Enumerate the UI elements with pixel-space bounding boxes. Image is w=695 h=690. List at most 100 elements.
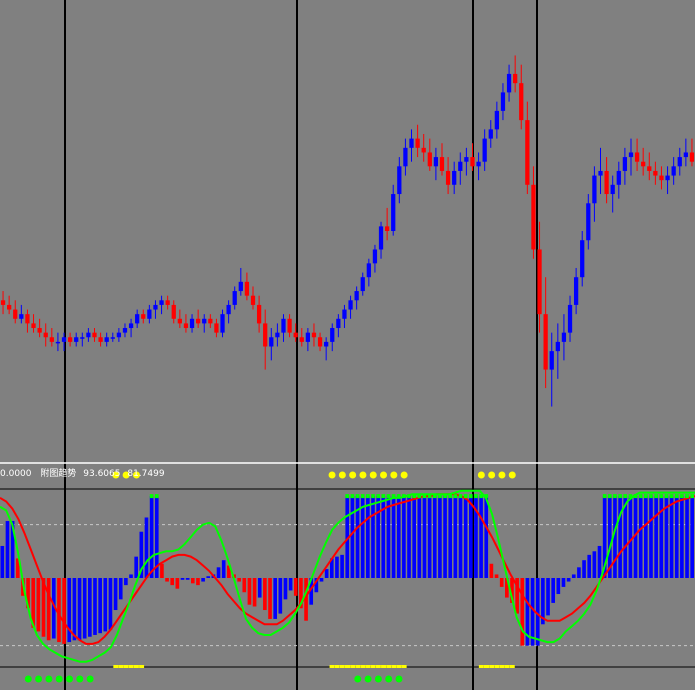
- candle-body: [525, 120, 530, 185]
- histogram-bar: [242, 578, 247, 593]
- candle-body: [464, 157, 469, 162]
- bottom-marker-dot: [76, 675, 84, 683]
- candle-body: [506, 73, 512, 93]
- strong-bar-cap: [432, 494, 437, 499]
- strong-bar-cap: [669, 494, 674, 499]
- histogram-bar: [190, 578, 195, 584]
- candle-body: [189, 318, 195, 329]
- candle-body: [74, 337, 79, 342]
- candle-body: [128, 323, 134, 329]
- marker-bar: [350, 665, 356, 668]
- candle-body: [250, 295, 256, 305]
- candle-body: [634, 152, 640, 162]
- candle-body: [220, 314, 225, 333]
- strong-bar-cap: [350, 494, 355, 499]
- strong-bar-cap: [412, 494, 416, 499]
- candle-body: [470, 157, 475, 167]
- strong-bar-cap: [654, 494, 658, 499]
- histogram-bar: [350, 496, 355, 578]
- candle-body: [287, 318, 292, 333]
- histogram-bar: [412, 496, 416, 578]
- candle-body: [311, 332, 317, 338]
- strong-bar-cap: [149, 494, 154, 499]
- bottom-marker-dot: [354, 675, 362, 683]
- histogram-bar: [422, 496, 427, 578]
- marker-bar: [370, 665, 376, 668]
- marker-bar: [123, 665, 129, 668]
- histogram-bar: [252, 578, 257, 607]
- histogram-bar: [273, 578, 277, 619]
- marker-bar: [334, 665, 340, 668]
- candle-body: [202, 318, 207, 324]
- marker-bar: [118, 665, 124, 668]
- histogram-bar: [118, 578, 123, 600]
- candle-body: [598, 170, 603, 176]
- candle-body: [494, 110, 499, 130]
- histogram-bar: [108, 578, 113, 630]
- candle-body: [122, 328, 128, 333]
- histogram-bar: [319, 578, 324, 582]
- candle-body: [98, 337, 103, 342]
- marker-bar: [365, 665, 371, 668]
- histogram-bar: [62, 578, 66, 644]
- histogram-bar: [499, 578, 504, 587]
- strong-bar-cap: [402, 494, 406, 499]
- strong-bar-cap: [618, 494, 622, 499]
- histogram-bar: [201, 578, 205, 582]
- histogram-bar: [618, 496, 622, 578]
- candle-body: [324, 341, 329, 347]
- strong-bar-cap: [628, 494, 633, 499]
- histogram-bar: [268, 578, 272, 619]
- histogram-bar: [376, 496, 380, 578]
- histogram-bar: [288, 578, 293, 591]
- candle-body: [226, 304, 231, 315]
- candle-body: [372, 249, 378, 264]
- histogram-bar: [180, 578, 185, 580]
- histogram-bar: [149, 496, 154, 578]
- strong-bar-cap: [484, 494, 489, 499]
- strong-bar-cap: [417, 494, 422, 499]
- candle-body: [317, 337, 323, 347]
- histogram-bar: [669, 496, 674, 578]
- bottom-marker-dot: [35, 675, 43, 683]
- histogram-bar: [484, 496, 489, 578]
- candle-body: [665, 175, 670, 181]
- candle-body: [360, 277, 365, 292]
- top-marker-dot: [488, 471, 496, 479]
- strong-bar-cap: [386, 494, 391, 499]
- strong-bar-cap: [381, 494, 386, 499]
- strong-bar-cap: [623, 494, 628, 499]
- marker-bar: [381, 665, 387, 668]
- marker-bar: [494, 665, 500, 668]
- strong-bar-cap: [391, 494, 396, 499]
- indicator-name: 附图趋势: [40, 467, 76, 479]
- strong-bar-cap: [468, 494, 473, 499]
- strong-bar-cap: [463, 494, 468, 499]
- candle-body: [67, 337, 73, 342]
- histogram-bar: [690, 496, 694, 578]
- histogram-bar: [0, 545, 5, 578]
- candle-body: [671, 166, 676, 176]
- candle-body: [476, 161, 481, 167]
- histogram-bar: [124, 578, 128, 586]
- marker-bar: [133, 665, 139, 668]
- indicator-value-2: 81.7499: [127, 469, 164, 479]
- marker-bar: [509, 665, 515, 668]
- marker-bar: [478, 665, 484, 668]
- candle-body: [580, 240, 585, 278]
- histogram-bar: [206, 576, 211, 578]
- histogram-bar: [340, 554, 344, 578]
- candle-body: [55, 341, 61, 344]
- histogram-bar: [293, 578, 298, 596]
- candle-body: [110, 337, 115, 339]
- histogram-bar: [98, 578, 102, 634]
- histogram-bar: [263, 578, 267, 611]
- candle-body: [238, 281, 243, 292]
- marker-bar: [113, 665, 119, 668]
- candle-body: [409, 138, 414, 148]
- histogram-bar: [113, 578, 118, 611]
- histogram-bar: [278, 578, 283, 614]
- marker-bar: [489, 665, 495, 668]
- candle-body: [348, 300, 353, 310]
- candle-body: [342, 309, 347, 319]
